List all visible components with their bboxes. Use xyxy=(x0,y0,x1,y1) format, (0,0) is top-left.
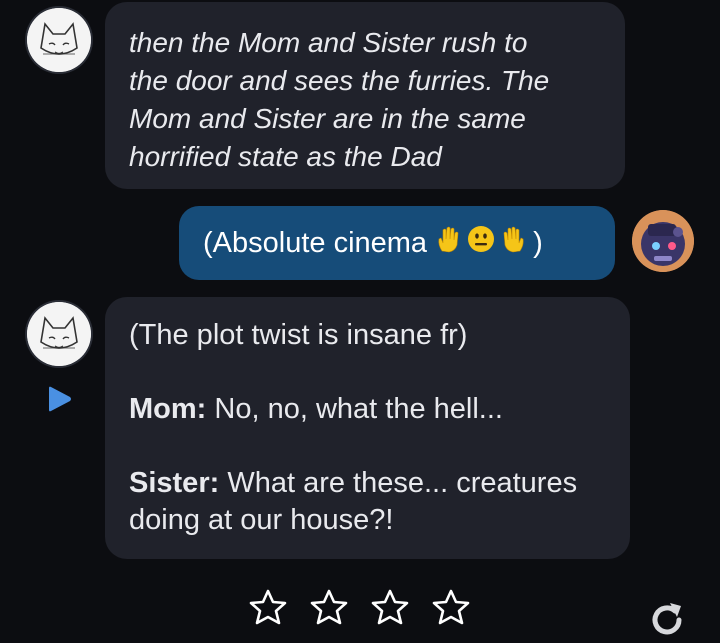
message-line: then the Mom and Sister rush to xyxy=(129,27,528,58)
raised-back-of-hand-emoji xyxy=(499,207,527,281)
robot-character-icon xyxy=(632,210,694,272)
message-text: ) xyxy=(533,227,543,259)
message-line: Mom and Sister are in the same xyxy=(129,103,526,134)
dialogue-line: Sister: What are these... creatures xyxy=(129,465,606,502)
star-outline-icon[interactable] xyxy=(431,588,471,626)
message-text: (Absolute cinema xyxy=(203,227,436,259)
dialogue-text: No, no, what the hell... xyxy=(206,393,503,425)
bot-avatar[interactable] xyxy=(27,8,91,72)
dialogue-line: doing at our house?! xyxy=(129,504,394,536)
star-outline-icon[interactable] xyxy=(248,588,288,626)
star-outline-icon[interactable] xyxy=(370,588,410,626)
user-avatar[interactable] xyxy=(632,210,694,272)
raised-hand-emoji xyxy=(435,207,463,281)
regenerate-icon[interactable] xyxy=(645,598,689,642)
fox-character-icon xyxy=(27,8,91,72)
message-line: (The plot twist is insane fr) xyxy=(129,319,468,351)
bot-message-bubble: then the Mom and Sister rush to the door… xyxy=(105,2,625,189)
dialogue-line: Mom: No, no, what the hell... xyxy=(129,391,606,428)
speaker-name: Sister: xyxy=(129,467,220,499)
fox-character-icon xyxy=(27,302,91,366)
bot-avatar[interactable] xyxy=(27,302,91,366)
message-line: horrified state as the Dad xyxy=(129,141,442,172)
star-outline-icon[interactable] xyxy=(309,588,349,626)
play-audio-icon[interactable] xyxy=(45,385,73,413)
user-message-bubble: (Absolute cinema ) xyxy=(179,206,615,280)
speaker-name: Mom: xyxy=(129,393,207,425)
dialogue-text: What are these... creatures xyxy=(219,467,578,499)
bot-message-bubble: (The plot twist is insane fr) Mom: No, n… xyxy=(105,297,630,559)
message-line: the door and sees the furries. The xyxy=(129,65,550,96)
neutral-face-emoji xyxy=(467,207,495,281)
